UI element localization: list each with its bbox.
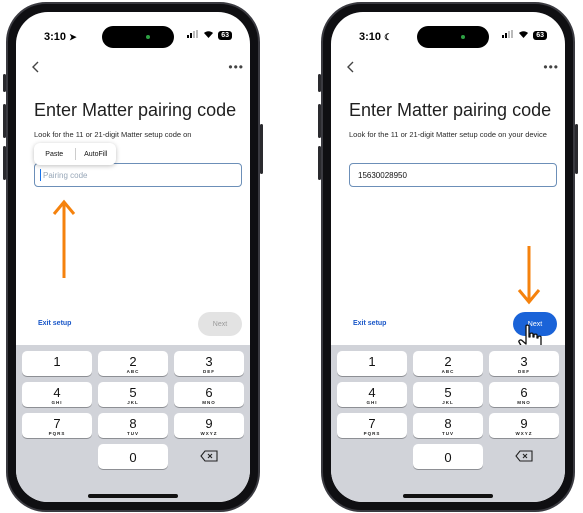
more-icon[interactable]: ••• [543, 60, 559, 74]
status-icons: 63 [502, 30, 547, 40]
key-7[interactable]: 7 PQRS [337, 413, 407, 438]
right-phone: 3:10 ☾ 63 ••• Enter Matter pairing code … [318, 2, 578, 512]
wifi-icon [203, 30, 214, 40]
next-button[interactable]: Next [198, 312, 242, 336]
key-9[interactable]: 9 WXYZ [174, 413, 244, 438]
exit-setup-link[interactable]: Exit setup [38, 320, 71, 327]
instruction-text: Look for the 11 or 21-digit Matter setup… [349, 130, 547, 139]
edit-context-menu: Paste AutoFill [34, 143, 116, 165]
home-indicator [88, 494, 178, 498]
exit-setup-link[interactable]: Exit setup [353, 320, 386, 327]
right-screen: 3:10 ☾ 63 ••• Enter Matter pairing code … [331, 12, 565, 502]
volume-up-button [318, 104, 321, 138]
key-5[interactable]: 5 JKL [413, 382, 483, 407]
key-4[interactable]: 4 GHI [22, 382, 92, 407]
autofill-menu-item[interactable]: AutoFill [76, 151, 117, 158]
more-icon[interactable]: ••• [228, 60, 244, 74]
arrow-icon [52, 199, 76, 278]
pairing-code-input[interactable] [349, 163, 557, 187]
instruction-text: Look for the 11 or 21-digit Matter setup… [34, 130, 192, 139]
back-chevron-icon[interactable] [347, 60, 355, 78]
dynamic-island [417, 26, 489, 48]
key-6[interactable]: 6 MNO [174, 382, 244, 407]
status-time: 3:10 ☾ [359, 31, 393, 43]
key-4[interactable]: 4 GHI [337, 382, 407, 407]
numeric-keypad: 1 2 ABC 3 DEF 4 GHI 5 JKL 6 MNO 7 PQRS 8 TUV 9W… [331, 345, 565, 502]
arrow-icon [517, 246, 541, 305]
status-icons: 63 [187, 30, 232, 40]
volume-down-button [318, 146, 321, 180]
volume-up-button [3, 104, 6, 138]
battery-icon: 63 [533, 30, 547, 40]
key-8[interactable]: 8 TUV [413, 413, 483, 438]
key-6[interactable]: 6 MNO [489, 382, 559, 407]
wifi-icon [518, 30, 529, 40]
pairing-code-input[interactable] [34, 163, 242, 187]
backspace-icon[interactable] [174, 444, 244, 469]
back-chevron-icon[interactable] [32, 60, 40, 78]
key-1[interactable]: 1 [337, 351, 407, 376]
left-screen: 3:10 ➤ 63 ••• Enter Matter pairing code … [16, 12, 250, 502]
power-button [260, 124, 263, 174]
backspace-icon[interactable] [489, 444, 559, 469]
key-0[interactable]: 0 [413, 444, 483, 469]
battery-icon: 63 [218, 30, 232, 40]
key-2[interactable]: 2 ABC [98, 351, 168, 376]
moon-icon: ☾ [384, 32, 393, 42]
page-title: Enter Matter pairing code [349, 100, 552, 120]
home-indicator [403, 494, 493, 498]
volume-down-button [3, 146, 6, 180]
paste-menu-item[interactable]: Paste [34, 151, 75, 158]
signal-icon [187, 30, 199, 40]
location-arrow-icon: ➤ [69, 32, 77, 42]
dynamic-island [102, 26, 174, 48]
power-button [575, 124, 578, 174]
key-9[interactable]: 9 WXYZ [489, 413, 559, 438]
key-8[interactable]: 8 TUV [98, 413, 168, 438]
key-3[interactable]: 3 DEF [174, 351, 244, 376]
key-1[interactable]: 1 [22, 351, 92, 376]
left-phone: 3:10 ➤ 63 ••• Enter Matter pairing code … [3, 2, 263, 512]
mute-switch [318, 74, 321, 92]
key-0[interactable]: 0 [98, 444, 168, 469]
page-title: Enter Matter pairing code [34, 100, 237, 120]
key-7[interactable]: 7 PQRS [22, 413, 92, 438]
key-5[interactable]: 5 JKL [98, 382, 168, 407]
text-caret [40, 169, 41, 181]
key-2[interactable]: 2 ABC [413, 351, 483, 376]
status-time: 3:10 ➤ [44, 31, 77, 43]
mute-switch [3, 74, 6, 92]
numeric-keypad: 1 2 ABC 3 DEF 4 GHI 5 JKL 6 MNO 7 PQRS 8 TUV 9W… [16, 345, 250, 502]
signal-icon [502, 30, 514, 40]
key-3[interactable]: 3 DEF [489, 351, 559, 376]
